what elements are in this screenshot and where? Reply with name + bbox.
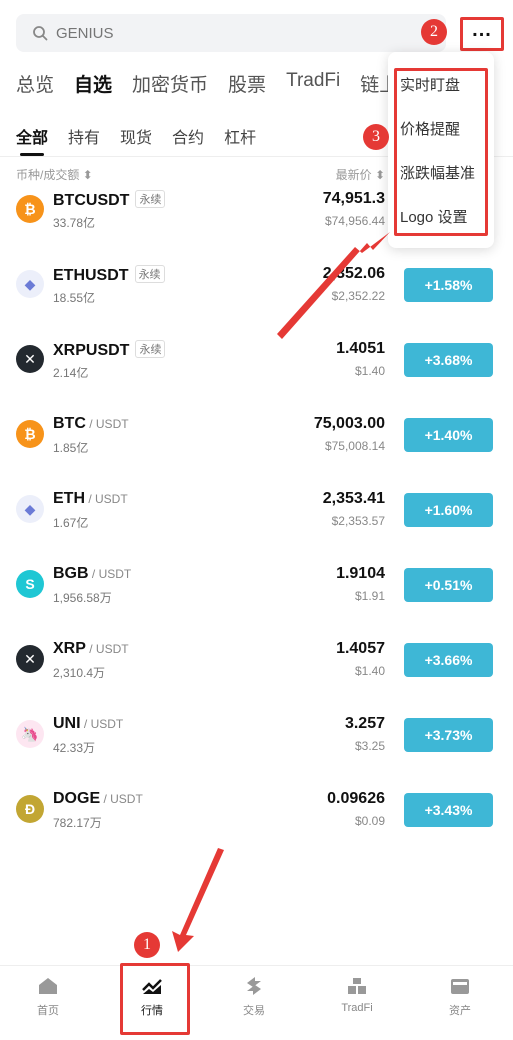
nav-label: 交易	[243, 1005, 265, 1017]
annotation-badge-2: 2	[421, 19, 447, 45]
nav-trade[interactable]: 交易	[214, 976, 294, 1018]
nav-highlight-box	[120, 963, 190, 1035]
nav-tradfi[interactable]: TradFi	[317, 976, 397, 1014]
tradfi-icon	[348, 978, 366, 994]
nav-label: TradFi	[341, 1002, 373, 1014]
nav-home[interactable]: 首页	[8, 976, 88, 1018]
nav-label: 首页	[37, 1005, 59, 1017]
annotation-badge-1: 1	[134, 932, 160, 958]
annotation-badge-3: 3	[363, 124, 389, 150]
nav-label: 资产	[449, 1005, 471, 1017]
annotation-arrows	[172, 232, 390, 952]
wallet-icon	[451, 979, 469, 994]
trade-icon	[247, 977, 261, 995]
nav-assets[interactable]: 资产	[420, 976, 500, 1018]
home-icon	[39, 978, 57, 994]
bottom-nav: 首页 行情 交易 TradFi 资产	[0, 965, 513, 1040]
